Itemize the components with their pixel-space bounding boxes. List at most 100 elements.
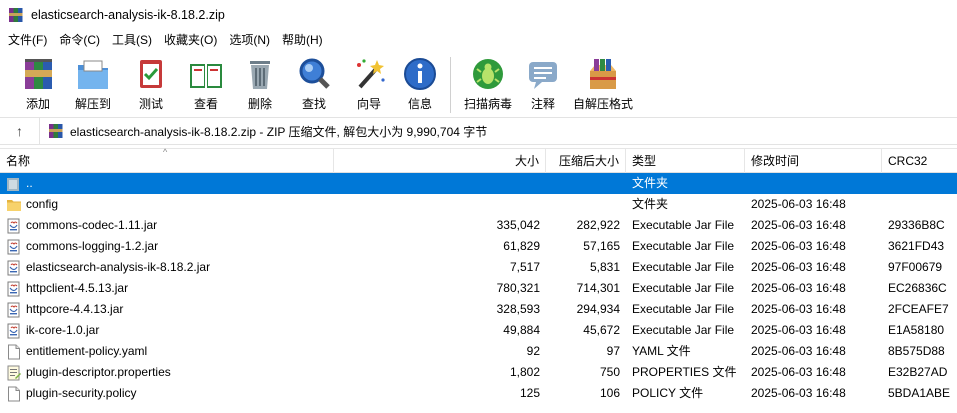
file-crc32: 29336B8C xyxy=(888,218,945,232)
file-name-cell: .. xyxy=(0,173,334,194)
file-name: httpclient-4.5.13.jar xyxy=(26,281,129,295)
file-size: 92 xyxy=(526,344,540,358)
file-modified xyxy=(745,173,882,194)
column-type[interactable]: 类型 xyxy=(626,149,745,173)
up-arrow-icon: ↑ xyxy=(16,123,23,139)
file-name-cell: plugin-security.policy xyxy=(0,383,334,404)
file-packed-size: 750 xyxy=(599,365,620,379)
file-crc32: E32B27AD xyxy=(888,365,948,379)
delete-button[interactable]: 删除 xyxy=(234,51,286,117)
column-size[interactable]: 大小 xyxy=(334,149,546,173)
virus-scan-button[interactable]: 扫描病毒 xyxy=(457,51,519,117)
file-type: YAML 文件 xyxy=(632,344,691,358)
file-type: Executable Jar File xyxy=(632,323,735,337)
file-modified: 2025-06-03 16:48 xyxy=(751,281,846,295)
file-name-cell: httpcore-4.4.13.jar xyxy=(0,299,334,320)
file-modified: 2025-06-03 16:48 xyxy=(751,218,846,232)
file-name-cell: plugin-descriptor.properties xyxy=(0,362,334,383)
file-packed-size: 282,922 xyxy=(576,218,620,232)
column-packed-size[interactable]: 压缩后大小 xyxy=(546,149,626,173)
file-size: 7,517 xyxy=(509,260,540,274)
sort-ascending-icon: ^ xyxy=(163,147,168,157)
file-type: Executable Jar File xyxy=(632,302,735,316)
file-row[interactable]: httpcore-4.4.13.jar 328,593 294,934 Executa… xyxy=(0,299,957,320)
file-row[interactable]: commons-logging-1.2.jar 61,829 57,165 Execu… xyxy=(0,236,957,257)
file-type: POLICY 文件 xyxy=(632,386,704,400)
file-name: elasticsearch-analysis-ik-8.18.2.jar xyxy=(26,260,211,274)
file-crc32 xyxy=(882,173,957,194)
file-size: 1,802 xyxy=(509,365,540,379)
file-rows: .. 文件夹 config 文件夹 2025-06-03 16:48 commons-co… xyxy=(0,173,957,404)
file-name-cell: ik-core-1.0.jar xyxy=(0,320,334,341)
file-type: 文件夹 xyxy=(632,176,669,190)
extract-to-button[interactable]: 解压到 xyxy=(62,51,124,117)
file-modified: 2025-06-03 16:48 xyxy=(751,197,846,211)
file-packed-size: 45,672 xyxy=(583,323,620,337)
menu-commands[interactable]: 命令(C) xyxy=(53,30,106,51)
comment-button[interactable]: 注释 xyxy=(519,51,567,117)
file-crc32: 8B575D88 xyxy=(888,344,945,358)
jar-icon xyxy=(6,239,26,255)
test-button[interactable]: 测试 xyxy=(124,51,178,117)
file-row[interactable]: ik-core-1.0.jar 49,884 45,672 Executable Ja… xyxy=(0,320,957,341)
file-name-cell: elasticsearch-analysis-ik-8.18.2.jar xyxy=(0,257,334,278)
winrar-app-icon xyxy=(9,8,23,22)
menu-help[interactable]: 帮助(H) xyxy=(276,30,329,51)
file-row[interactable]: commons-codec-1.11.jar 335,042 282,922 Exec… xyxy=(0,215,957,236)
jar-icon xyxy=(6,281,26,297)
add-icon xyxy=(25,59,52,89)
view-button[interactable]: 查看 xyxy=(178,51,234,117)
toolbar: 添加 解压到 测试 查看 删除 查找 向导 信息 扫描病毒 注释 自解压格式 xyxy=(0,51,957,117)
column-crc32[interactable]: CRC32 xyxy=(882,149,957,173)
file-name: httpcore-4.4.13.jar xyxy=(26,302,124,316)
column-modified[interactable]: 修改时间 xyxy=(745,149,882,173)
jar-icon xyxy=(6,260,26,276)
file-row[interactable]: plugin-security.policy 125 106 POLICY 文件 202… xyxy=(0,383,957,404)
file-type: Executable Jar File xyxy=(632,281,735,295)
file-name-cell: config xyxy=(0,194,334,215)
file-size: 125 xyxy=(519,386,540,400)
properties-icon xyxy=(6,365,26,381)
menu-options[interactable]: 选项(N) xyxy=(223,30,276,51)
file-size xyxy=(334,173,546,194)
file-name: ik-core-1.0.jar xyxy=(26,323,100,337)
file-modified: 2025-06-03 16:48 xyxy=(751,344,846,358)
file-size: 335,042 xyxy=(496,218,540,232)
jar-icon xyxy=(6,302,26,318)
up-one-level-button[interactable]: ↑ xyxy=(0,118,40,144)
file-type: 文件夹 xyxy=(632,197,669,211)
sfx-button[interactable]: 自解压格式 xyxy=(567,51,639,117)
zip-archive-icon xyxy=(49,124,63,138)
comment-icon xyxy=(529,62,557,89)
file-modified: 2025-06-03 16:48 xyxy=(751,386,846,400)
info-button[interactable]: 信息 xyxy=(396,51,444,117)
file-row[interactable]: .. 文件夹 xyxy=(0,173,957,194)
file-modified: 2025-06-03 16:48 xyxy=(751,239,846,253)
file-packed-size: 714,301 xyxy=(576,281,620,295)
find-icon xyxy=(299,58,330,89)
menu-tools[interactable]: 工具(S) xyxy=(106,30,158,51)
file-crc32: EC26836C xyxy=(888,281,947,295)
add-button[interactable]: 添加 xyxy=(14,51,62,117)
file-row[interactable]: elasticsearch-analysis-ik-8.18.2.jar 7,51… xyxy=(0,257,957,278)
file-packed-size: 57,165 xyxy=(583,239,620,253)
jar-icon xyxy=(6,323,26,339)
menu-favorites[interactable]: 收藏夹(O) xyxy=(158,30,223,51)
file-crc32: 97F00679 xyxy=(888,260,943,274)
file-packed-size xyxy=(546,173,626,194)
file-row[interactable]: plugin-descriptor.properties 1,802 750 PROP… xyxy=(0,362,957,383)
file-name: entitlement-policy.yaml xyxy=(26,344,148,358)
file-name: plugin-security.policy xyxy=(26,386,137,400)
find-button[interactable]: 查找 xyxy=(286,51,342,117)
file-row[interactable]: httpclient-4.5.13.jar 780,321 714,301 Execu… xyxy=(0,278,957,299)
file-crc32: E1A58180 xyxy=(888,323,945,337)
wizard-button[interactable]: 向导 xyxy=(342,51,396,117)
file-name: .. xyxy=(26,176,33,190)
archive-path[interactable]: elasticsearch-analysis-ik-8.18.2.zip - Z… xyxy=(70,123,487,140)
file-list[interactable]: ^ 名称 大小 压缩后大小 类型 修改时间 CRC32 .. 文件夹 config 文… xyxy=(0,147,957,413)
menu-file[interactable]: 文件(F) xyxy=(2,30,53,51)
file-row[interactable]: config 文件夹 2025-06-03 16:48 xyxy=(0,194,957,215)
file-size: 328,593 xyxy=(496,302,540,316)
folder-icon xyxy=(6,197,26,213)
file-row[interactable]: entitlement-policy.yaml 92 97 YAML 文件 2025-0… xyxy=(0,341,957,362)
